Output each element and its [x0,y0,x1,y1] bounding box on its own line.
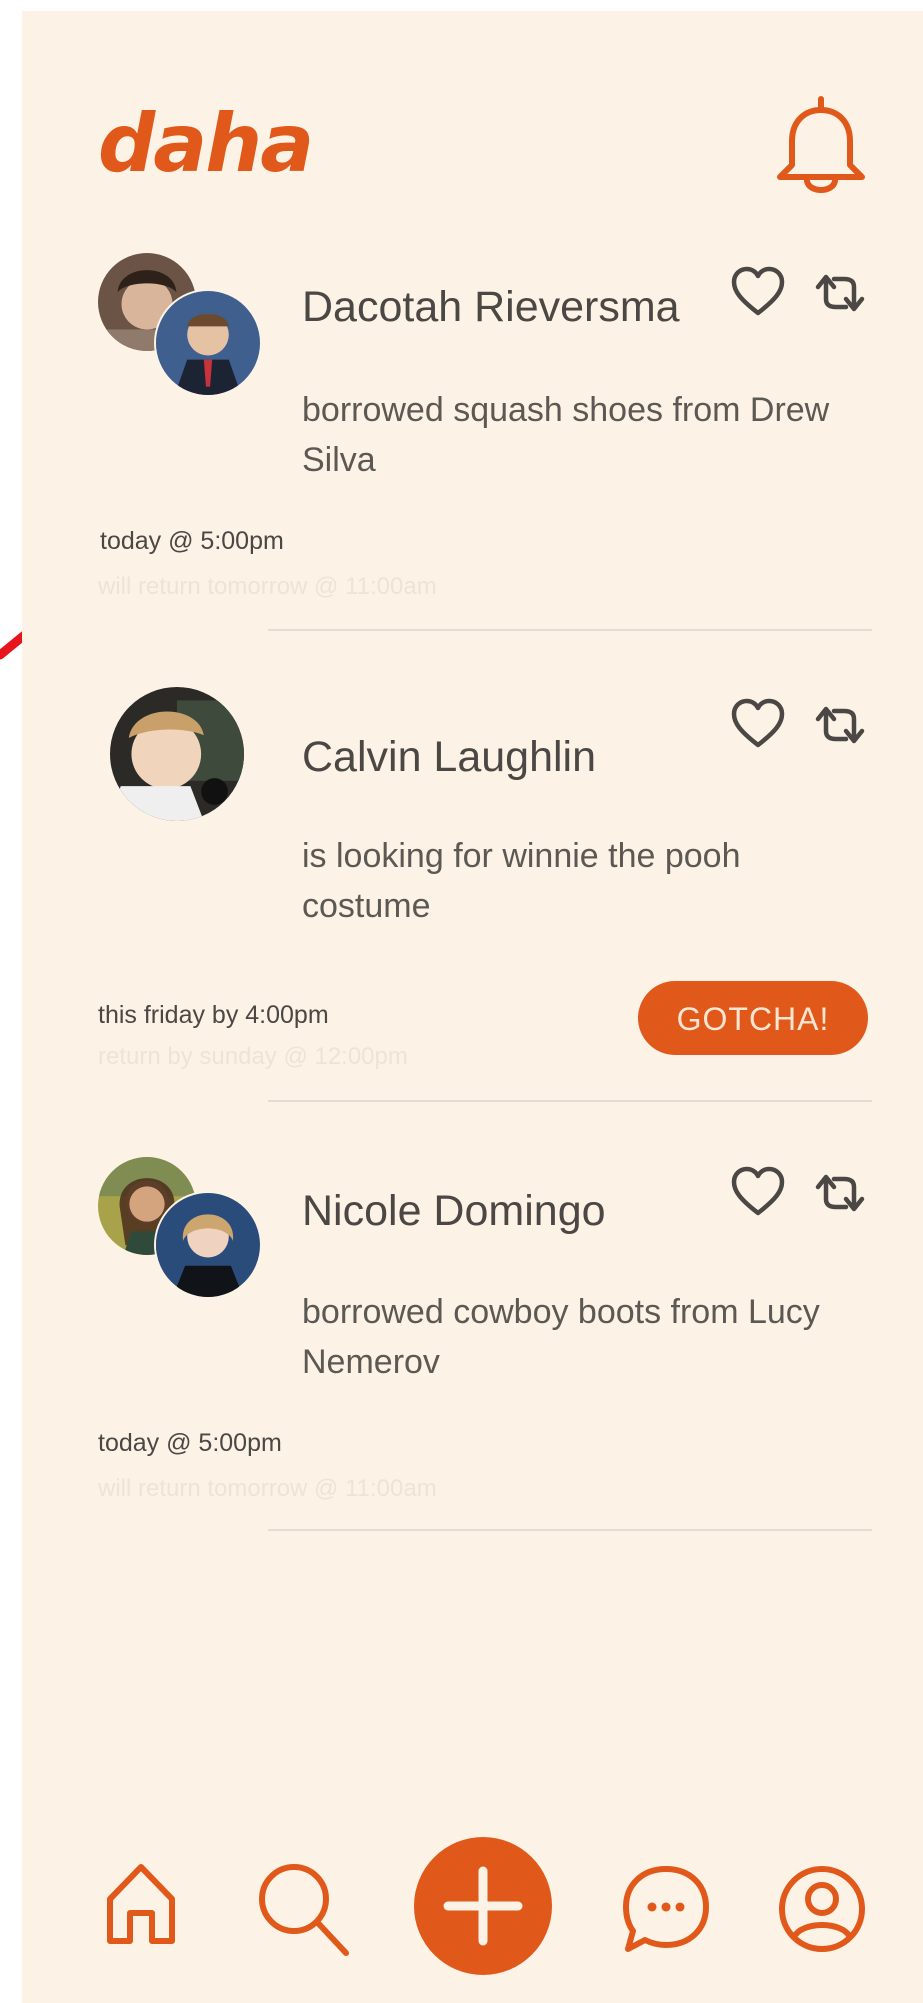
divider [268,1529,872,1531]
repost-icon[interactable] [812,1165,868,1221]
nav-profile[interactable] [776,1863,868,1955]
heart-icon[interactable] [730,1165,786,1221]
post-description: borrowed squash shoes from Drew Silva [302,391,830,479]
profile-icon [779,1866,865,1952]
divider [268,629,872,631]
nav-home[interactable] [102,1861,180,1947]
avatar[interactable] [154,1191,262,1299]
plus-icon [414,1837,552,1975]
nav-create[interactable] [414,1837,552,1975]
home-icon [107,1864,175,1944]
feed-post[interactable]: Dacotah Rieversma borrowed squash shoes … [22,11,923,641]
avatar[interactable] [108,685,246,823]
feed-screen: daha Dacotah Rieversma borrowed squash s… [22,11,923,2003]
repost-icon[interactable] [812,697,868,753]
nav-messages[interactable] [620,1863,712,1955]
heart-icon[interactable] [730,697,786,753]
divider [268,1100,872,1102]
post-time: this friday by 4:00pm [98,1001,329,1029]
search-icon [259,1864,349,1956]
post-time: today @ 5:00pm [98,1429,282,1457]
post-return-time: return by sunday @ 12:00pm [98,1043,408,1070]
post-author-name[interactable]: Nicole Domingo [302,1187,606,1236]
gotcha-button[interactable]: GOTCHA! [638,981,868,1055]
post-author-name[interactable]: Calvin Laughlin [302,733,596,782]
post-description: is looking for winnie the pooh costume [302,837,741,925]
post-author-name[interactable]: Dacotah Rieversma [302,283,680,332]
post-time: today @ 5:00pm [100,527,284,555]
avatar[interactable] [154,289,262,397]
post-return-time: will return tomorrow @ 11:00am [98,1475,437,1502]
post-description: borrowed cowboy boots from Lucy Nemerov [302,1293,820,1381]
nav-search[interactable] [254,1861,354,1961]
heart-icon[interactable] [730,265,786,321]
chat-icon [623,1866,709,1952]
post-return-time: will return tomorrow @ 11:00am [98,573,437,600]
repost-icon[interactable] [812,265,868,321]
